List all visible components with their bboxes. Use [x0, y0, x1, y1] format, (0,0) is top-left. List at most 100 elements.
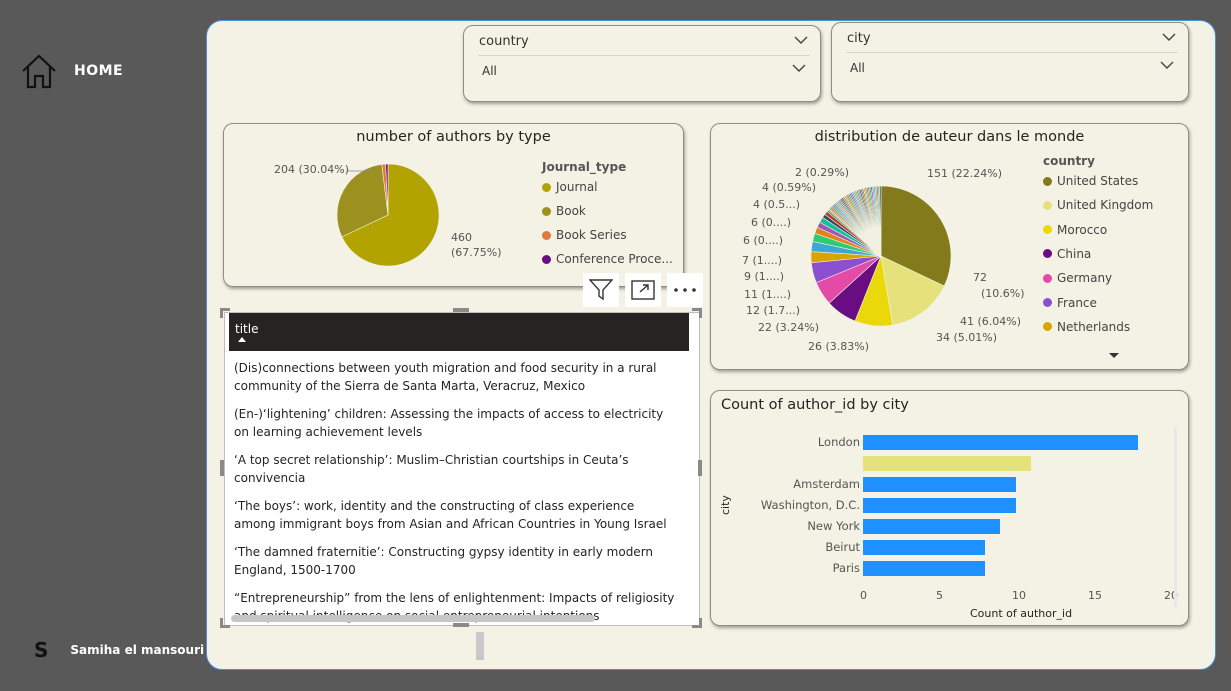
pie-label: 41 (6.04%) — [960, 315, 1022, 328]
chevron-down-icon[interactable] — [794, 36, 808, 45]
table-body: (Dis)connections between youth migration… — [234, 359, 677, 635]
legend-scroll-down-icon[interactable] — [1108, 352, 1120, 360]
country-dropdown-value[interactable]: All — [482, 64, 497, 78]
legend-label: Book — [556, 204, 586, 218]
horizontal-scrollbar[interactable] — [231, 615, 595, 622]
bar[interactable] — [863, 561, 985, 576]
city-slicer-title: city — [847, 31, 871, 46]
legend-item[interactable]: Germany — [1043, 271, 1112, 285]
bar[interactable] — [863, 519, 1001, 534]
filter-button[interactable] — [583, 273, 619, 307]
author-credit: S Samiha el mansouri — [34, 638, 204, 662]
y-tick-label: London — [817, 435, 860, 449]
bar[interactable] — [863, 498, 1016, 513]
x-tick-label: 15 — [1088, 589, 1102, 602]
legend-dot-icon — [1043, 298, 1052, 307]
column-header-title[interactable]: title — [229, 313, 689, 351]
resize-handle[interactable] — [453, 308, 469, 312]
home-label: HOME — [74, 63, 124, 79]
y-tick-label: Washington, D.C. — [760, 498, 860, 512]
pie-label: 204 (30.04%) — [274, 163, 350, 176]
more-options-icon — [674, 288, 696, 292]
pie-label: 9 (1....) — [744, 270, 785, 283]
chevron-down-icon[interactable] — [792, 64, 806, 73]
sort-ascending-icon[interactable] — [238, 337, 246, 342]
legend-dot-icon — [1043, 249, 1052, 259]
home-icon — [22, 54, 56, 89]
pie-label: 151 (22.24%) — [927, 167, 1003, 180]
resize-handle[interactable] — [692, 308, 702, 318]
pie-label: 22 (3.24%) — [758, 321, 820, 334]
vertical-scrollbar[interactable] — [1174, 427, 1177, 607]
legend-item[interactable]: Book Series — [542, 228, 627, 242]
pie-label: 2 (0.29%) — [795, 166, 850, 179]
chevron-down-icon[interactable] — [1162, 33, 1176, 42]
legend-label: Conference Proce... — [556, 252, 673, 266]
pie-label: (67.75%) — [451, 246, 502, 259]
legend-dot-icon — [542, 254, 551, 264]
table-row[interactable]: (En-)‘lightening’ children: Assessing th… — [234, 405, 677, 441]
more-options-button[interactable] — [667, 273, 703, 307]
bar[interactable] — [863, 456, 1031, 471]
legend-item[interactable]: France — [1043, 296, 1097, 310]
leader-line — [346, 170, 374, 172]
table-row[interactable]: ‘The boys’: work, identity and the const… — [234, 497, 677, 533]
table-row[interactable]: ‘A top secret relationship’: Muslim–Chri… — [234, 451, 677, 487]
legend-label: France — [1057, 295, 1097, 310]
legend-item[interactable]: Morocco — [1043, 223, 1107, 237]
resize-handle[interactable] — [220, 618, 230, 628]
expand-icon — [631, 280, 655, 300]
legend-title: country — [1043, 154, 1095, 168]
legend-item[interactable]: Journal — [542, 180, 598, 194]
bar[interactable] — [863, 477, 1016, 492]
legend-item[interactable]: China — [1043, 247, 1091, 261]
chevron-down-icon[interactable] — [1160, 61, 1174, 70]
bar[interactable] — [863, 435, 1138, 450]
city-slicer: city All — [831, 22, 1189, 102]
x-tick-label: 10 — [1012, 589, 1026, 602]
focus-mode-button[interactable] — [625, 273, 661, 307]
table-row[interactable]: ‘The damned fraternitie’: Constructing g… — [234, 543, 677, 579]
legend-item[interactable]: United Kingdom — [1043, 198, 1153, 212]
legend-item[interactable]: Netherlands — [1043, 320, 1130, 334]
pie-label: 34 (5.01%) — [936, 331, 998, 344]
pie-label: 11 (1....) — [744, 288, 792, 301]
divider — [846, 52, 1178, 53]
world-distribution-pie[interactable] — [791, 166, 971, 346]
legend-label: Morocco — [1057, 222, 1108, 237]
divider — [478, 55, 810, 56]
legend-label: United Kingdom — [1057, 198, 1154, 213]
country-slicer-title: country — [479, 34, 529, 49]
bar[interactable] — [863, 540, 985, 555]
visual-title: distribution de auteur dans le monde — [814, 129, 1085, 145]
legend-dot-icon — [1043, 176, 1052, 186]
canvas-resize-handle[interactable] — [476, 632, 484, 660]
pie-label: 6 (0....) — [751, 216, 792, 229]
legend-dot-icon — [542, 182, 551, 192]
pie-label: 4 (0.59%) — [762, 181, 817, 194]
visual-title: number of authors by type — [356, 129, 551, 145]
legend-label: Journal — [556, 180, 598, 194]
legend-dot-icon — [1043, 273, 1052, 283]
resize-handle[interactable] — [220, 460, 224, 476]
table-row[interactable]: (Dis)connections between youth migration… — [234, 359, 677, 395]
resize-handle[interactable] — [698, 460, 702, 476]
legend-item[interactable]: Conference Proce... — [542, 252, 673, 266]
author-initial: S — [34, 638, 49, 662]
legend-item[interactable]: Book — [542, 204, 586, 218]
pie-label: 6 (0....) — [743, 234, 784, 247]
legend-label: China — [1057, 246, 1092, 261]
legend-item[interactable]: United States — [1043, 174, 1138, 188]
home-button[interactable]: HOME — [20, 52, 123, 90]
pie-label: 72 — [973, 271, 987, 284]
city-dropdown-value[interactable]: All — [850, 61, 865, 75]
pie-label: 26 (3.83%) — [808, 340, 870, 353]
resize-handle[interactable] — [220, 308, 230, 318]
legend-title: Journal_type — [542, 160, 627, 174]
legend-label: Netherlands — [1057, 319, 1131, 334]
titles-table: title (Dis)connections between youth mig… — [224, 312, 700, 626]
resize-handle[interactable] — [692, 618, 702, 628]
y-tick-label: Paris — [832, 561, 860, 575]
resize-handle[interactable] — [453, 623, 469, 627]
pie-label: 4 (0.5...) — [753, 198, 801, 211]
